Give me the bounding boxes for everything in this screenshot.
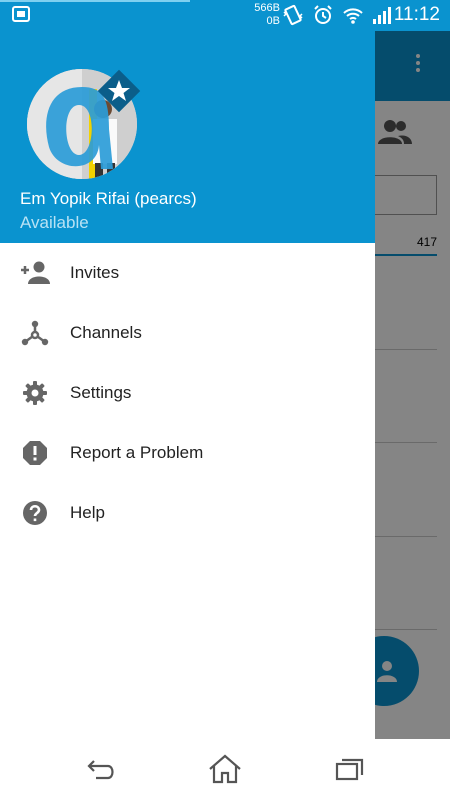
user-status[interactable]: Available	[20, 213, 89, 233]
drawer-scrim[interactable]	[375, 31, 450, 739]
drawer-header: Em Yopik Rifai (pearcs) Available	[0, 31, 375, 243]
back-button[interactable]	[82, 753, 122, 785]
alert-icon	[20, 438, 50, 468]
menu-label: Invites	[70, 263, 120, 282]
menu-item-settings[interactable]: Settings	[0, 363, 375, 423]
status-bar: 566B 0B 11:12	[0, 0, 450, 31]
back-icon	[87, 760, 114, 780]
signal-icon	[373, 7, 391, 24]
drawer-menu: Invites Channels Settings Report a Probl…	[0, 243, 375, 543]
add-person-icon	[20, 258, 50, 288]
bbm-notification-icon	[12, 6, 30, 22]
home-button[interactable]	[205, 753, 245, 785]
menu-label: Help	[70, 503, 105, 522]
system-icons	[282, 4, 394, 26]
menu-label: Report a Problem	[70, 443, 204, 462]
menu-item-help[interactable]: Help	[0, 483, 375, 543]
navigation-drawer: Em Yopik Rifai (pearcs) Available Invite…	[0, 31, 375, 739]
network-speed: 566B 0B	[244, 2, 280, 28]
recents-button[interactable]	[330, 753, 370, 785]
menu-item-channels[interactable]: Channels	[0, 303, 375, 363]
net-down: 0B	[266, 15, 280, 27]
user-name: Em Yopik Rifai (pearcs)	[20, 189, 197, 208]
menu-label: Settings	[70, 383, 132, 402]
navigation-bar	[0, 739, 450, 799]
star-badge-icon	[97, 69, 141, 113]
recents-icon	[335, 758, 364, 781]
alarm-icon	[314, 5, 332, 24]
help-icon	[20, 498, 50, 528]
channels-icon	[20, 318, 50, 348]
menu-item-report-problem[interactable]: Report a Problem	[0, 423, 375, 483]
menu-label: Channels	[70, 323, 142, 342]
menu-item-invites[interactable]: Invites	[0, 243, 375, 303]
net-up: 566B	[254, 2, 280, 14]
vibrate-icon	[283, 4, 303, 26]
wifi-icon	[343, 8, 363, 24]
home-icon	[209, 754, 241, 784]
gear-icon	[20, 378, 50, 408]
download-progress	[0, 0, 190, 2]
clock: 11:12	[393, 4, 440, 25]
